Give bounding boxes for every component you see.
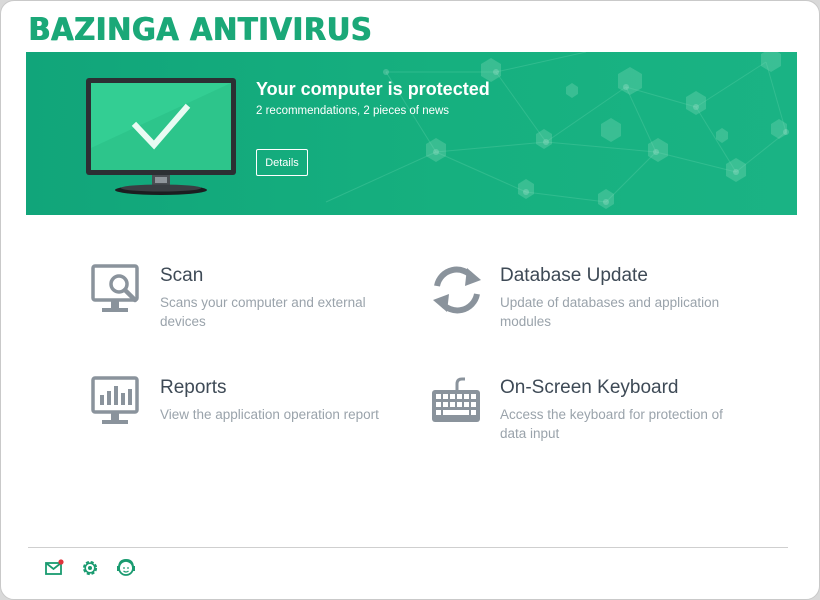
reports-description: View the application operation report <box>160 407 379 422</box>
scan-monitor-icon <box>91 264 139 312</box>
support-icon[interactable] <box>115 558 137 578</box>
database-update-title: Database Update <box>500 265 648 286</box>
mail-notification-icon[interactable] <box>45 558 65 578</box>
footer-divider <box>28 547 788 548</box>
keyboard-icon <box>432 377 480 422</box>
protection-status-subtitle: 2 recommendations, 2 pieces of news <box>256 105 450 117</box>
protection-status-title: Your computer is protected <box>256 79 490 99</box>
database-update-tile[interactable]: Database Update Update of databases and … <box>431 264 751 334</box>
scan-description: Scans your computer and external devices <box>160 295 366 329</box>
details-button[interactable]: Details <box>256 149 308 176</box>
reports-tile[interactable]: Reports View the application operation r… <box>91 376 391 446</box>
settings-gear-icon[interactable] <box>80 558 100 578</box>
on-screen-keyboard-description: Access the keyboard for protection of da… <box>500 407 723 441</box>
scan-title: Scan <box>160 265 204 286</box>
scan-tile[interactable]: Scan Scans your computer and external de… <box>91 264 391 334</box>
app-window: BAZINGA ANTIVIRUS Your computer is prote… <box>0 0 820 600</box>
on-screen-keyboard-tile[interactable]: On-Screen Keyboard Access the keyboard f… <box>431 376 751 446</box>
report-monitor-icon <box>91 376 139 424</box>
database-update-description: Update of databases and application modu… <box>500 295 720 329</box>
reports-title: Reports <box>160 377 227 398</box>
status-banner: Your computer is protected 2 recommendat… <box>26 52 797 215</box>
protected-monitor-icon <box>86 78 236 195</box>
app-title: BAZINGA ANTIVIRUS <box>28 12 372 48</box>
on-screen-keyboard-title: On-Screen Keyboard <box>500 377 679 398</box>
refresh-icon <box>433 266 481 314</box>
